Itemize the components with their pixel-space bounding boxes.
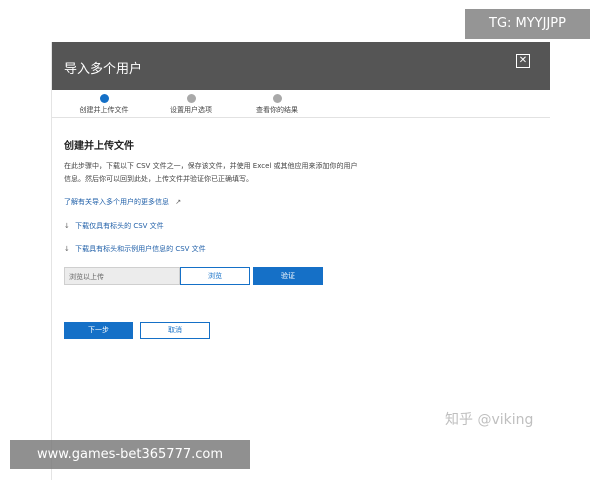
external-link-icon: ↗ xyxy=(175,198,182,206)
section-title: 创建并上传文件 xyxy=(64,141,134,152)
verify-button[interactable]: 验证 xyxy=(253,267,323,285)
step-dot xyxy=(272,94,282,103)
step-dot xyxy=(186,94,196,103)
dialog-header: 导入多个用户 ✕ xyxy=(52,42,550,90)
file-upload-input[interactable]: 浏览以上传 xyxy=(64,267,180,285)
next-button[interactable]: 下一步 xyxy=(64,322,133,339)
learn-more-label: 了解有关导入多个用户的更多信息 xyxy=(64,198,169,206)
dialog-title: 导入多个用户 xyxy=(64,62,143,77)
step-dot-active xyxy=(99,94,109,103)
watermark-zhihu: 知乎 @viking xyxy=(445,412,534,428)
watermark-tg: TG: MYYJJPP xyxy=(465,9,590,39)
download-sample-csv-link[interactable]: ↓ 下载具有标头和示例用户信息的 CSV 文件 xyxy=(64,244,206,254)
step-label: 查看你的结果 xyxy=(256,106,298,114)
step-label: 创建并上传文件 xyxy=(79,106,129,114)
watermark-site: www.games-bet365777.com xyxy=(10,440,250,469)
instructions-text: 在此步骤中，下载以下 CSV 文件之一，保存该文件，并使用 Excel 或其他应… xyxy=(64,162,358,183)
cancel-button[interactable]: 取消 xyxy=(140,322,210,339)
learn-more-link[interactable]: 了解有关导入多个用户的更多信息 ↗ xyxy=(64,197,184,207)
close-icon[interactable]: ✕ xyxy=(516,54,530,68)
download-blank-csv-link[interactable]: ↓ 下载仅具有标头的 CSV 文件 xyxy=(64,221,164,231)
step-create-upload: 创建并上传文件 xyxy=(54,94,154,115)
wizard-steps: 创建并上传文件 设置用户选项 查看你的结果 xyxy=(52,90,550,118)
step-user-options: 设置用户选项 xyxy=(141,94,241,115)
step-label: 设置用户选项 xyxy=(170,106,212,114)
download-icon: ↓ xyxy=(64,222,70,230)
browse-button[interactable]: 浏览 xyxy=(180,267,250,285)
step-view-results: 查看你的结果 xyxy=(227,94,327,115)
download-sample-label: 下载具有标头和示例用户信息的 CSV 文件 xyxy=(75,245,206,253)
download-icon: ↓ xyxy=(64,245,70,253)
download-blank-label: 下载仅具有标头的 CSV 文件 xyxy=(75,222,164,230)
